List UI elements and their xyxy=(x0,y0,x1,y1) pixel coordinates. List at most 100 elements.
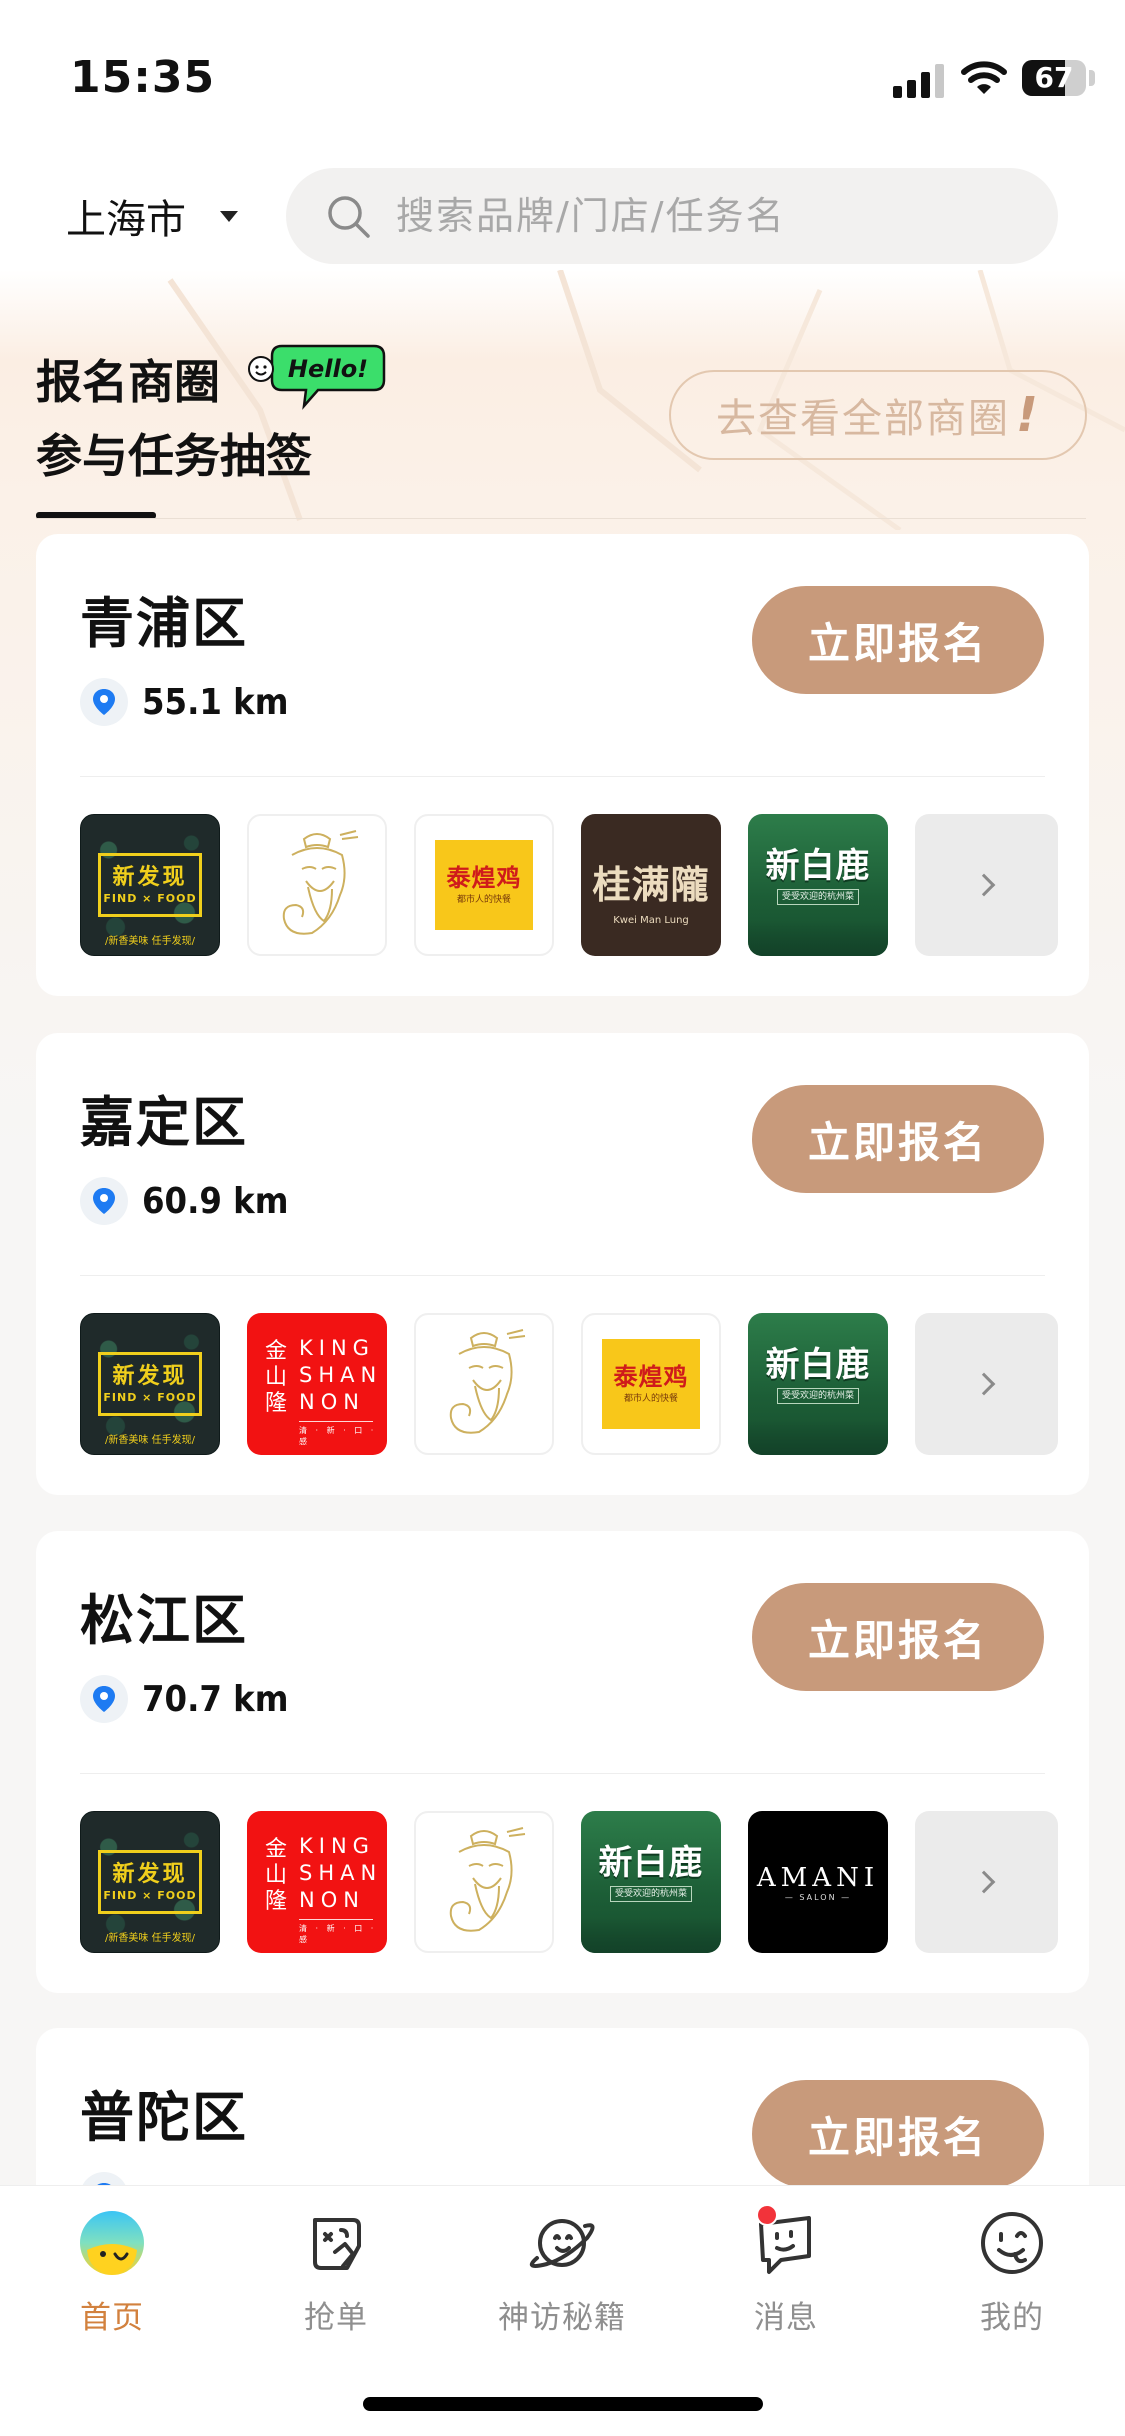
grab-order-icon xyxy=(313,2218,361,2270)
brand-logo-row: 新发现 FIND × FOOD/新香美味 任手发现/ 泰煌鸡都市人的快餐 桂满隴 K… xyxy=(80,814,1058,956)
logo-title: 新发现 xyxy=(112,865,188,890)
brand-logo-xinbailu[interactable]: 新白鹿受受欢迎的杭州菜 xyxy=(748,814,888,956)
logo-title: 桂满隴 xyxy=(592,862,710,907)
logo-tiny: 清 · 新 · 口 · 感 xyxy=(299,1924,377,1944)
logo-sub: — SALON — xyxy=(784,1892,852,1902)
district-card: 嘉定区 60.9 km 立即报名 新发现 FIND × FOOD/新香美味 任手发… xyxy=(36,1033,1089,1495)
logo-sub: Kwei Man Lung xyxy=(613,915,689,926)
brand-logo-kingshannon[interactable]: 金山隆 KING SHAN NON 清 · 新 · 口 · 感 xyxy=(247,1313,387,1455)
district-name: 嘉定区 xyxy=(80,1091,248,1154)
divider xyxy=(36,518,1086,519)
logo-sub: 都市人的快餐 xyxy=(623,1394,678,1404)
signup-button[interactable]: 立即报名 xyxy=(752,1085,1044,1193)
city-label: 上海市 xyxy=(66,197,186,243)
old-man-illustration-icon xyxy=(449,1827,526,1932)
old-man-illustration-icon xyxy=(282,830,359,935)
chevron-right-icon xyxy=(972,1372,995,1396)
logo-title: 金山隆 xyxy=(264,1339,287,1416)
smile-icon xyxy=(248,356,274,382)
district-card: 青浦区 55.1 km 立即报名 新发现 FIND × FOOD/新香美味 任手发… xyxy=(36,534,1089,996)
tab-profile[interactable]: 我的 xyxy=(932,2208,1092,2337)
location-pin-icon xyxy=(80,1675,128,1723)
district-distance: 60.9 km xyxy=(142,1180,289,1222)
district-distance: 55.1 km xyxy=(142,681,289,723)
brand-logo-xinbailu[interactable]: 新白鹿受受欢迎的杭州菜 xyxy=(748,1313,888,1455)
more-brands-button[interactable] xyxy=(915,814,1058,956)
logo-sub: 受受欢迎的杭州菜 xyxy=(609,1886,692,1902)
chevron-right-icon xyxy=(972,1870,995,1894)
tab-label: 抢单 xyxy=(304,2300,368,2336)
brand-logo-xinbailu[interactable]: 新白鹿受受欢迎的杭州菜 xyxy=(581,1811,721,1953)
hello-text: Hello! xyxy=(288,355,368,383)
see-all-districts-button[interactable]: 去查看全部商圈 ! xyxy=(669,370,1087,460)
logo-tag: /新香美味 任手发现/ xyxy=(105,936,195,947)
tab-grab-order[interactable]: 抢单 xyxy=(256,2208,416,2337)
wifi-icon xyxy=(961,61,1007,94)
brand-logo-guimanlong[interactable]: 桂满隴 Kwei Man Lung xyxy=(581,814,721,956)
tab-secrets[interactable]: 神访秘籍 xyxy=(482,2208,642,2337)
logo-sub: 受受欢迎的杭州菜 xyxy=(776,889,859,905)
logo-title: 新发现 xyxy=(112,1862,188,1887)
status-bar: 15:35 67 xyxy=(0,0,1125,150)
tab-home[interactable]: 首页 xyxy=(32,2208,192,2337)
logo-title: 泰煌鸡 xyxy=(446,863,522,892)
district-name: 松江区 xyxy=(80,1589,248,1652)
logo-sub: 都市人的快餐 xyxy=(456,895,511,905)
chevron-right-icon xyxy=(972,873,995,897)
more-brands-button[interactable] xyxy=(915,1811,1058,1953)
brand-logo-old-man[interactable] xyxy=(414,1811,554,1953)
logo-sub: FIND × FOOD xyxy=(103,1889,197,1902)
brand-logo-amani[interactable]: AMANI — SALON — xyxy=(748,1811,888,1953)
logo-title: 金山隆 xyxy=(264,1837,287,1914)
logo-title: 新白鹿 xyxy=(765,1345,871,1385)
signup-button[interactable]: 立即报名 xyxy=(752,586,1044,694)
brand-logo-row: 新发现 FIND × FOOD/新香美味 任手发现/ 金山隆 KING SHAN N… xyxy=(80,1811,1058,1953)
logo-sub: FIND × FOOD xyxy=(103,892,197,905)
location-pin-icon xyxy=(80,1177,128,1225)
logo-title: 新白鹿 xyxy=(598,1843,704,1883)
logo-sub: 受受欢迎的杭州菜 xyxy=(776,1388,859,1404)
logo-title: AMANI xyxy=(756,1862,880,1893)
see-all-label: 去查看全部商圈 xyxy=(716,396,1011,442)
logo-tag: /新香美味 任手发现/ xyxy=(105,1435,195,1446)
search-input[interactable] xyxy=(396,194,996,238)
district-name: 普陀区 xyxy=(80,2086,248,2149)
district-location: 60.9 km xyxy=(80,1177,288,1225)
district-location: 70.7 km xyxy=(80,1675,288,1723)
tab-label: 首页 xyxy=(80,2300,144,2336)
district-name: 青浦区 xyxy=(80,592,248,655)
logo-sub: FIND × FOOD xyxy=(103,1391,197,1404)
more-brands-button[interactable] xyxy=(915,1313,1058,1455)
app-root: { "status": {"time": "15:35", "battery_p… xyxy=(0,0,1125,2436)
district-location: 55.1 km xyxy=(80,678,288,726)
notification-badge xyxy=(756,2204,778,2226)
home-face-icon xyxy=(80,2211,144,2275)
brand-logo-xinfaxian[interactable]: 新发现 FIND × FOOD/新香美味 任手发现/ xyxy=(80,814,220,956)
search-bar[interactable] xyxy=(286,168,1058,264)
promo-title-line2: 参与任务抽签 xyxy=(36,429,312,483)
signup-button[interactable]: 立即报名 xyxy=(752,1583,1044,1691)
battery-percent: 67 xyxy=(1034,61,1074,94)
signup-button[interactable]: 立即报名 xyxy=(752,2080,1044,2188)
caret-down-icon xyxy=(220,210,238,222)
brand-logo-kingshannon[interactable]: 金山隆 KING SHAN NON 清 · 新 · 口 · 感 xyxy=(247,1811,387,1953)
tab-messages[interactable]: 消息 xyxy=(706,2204,866,2337)
profile-face-icon xyxy=(981,2212,1043,2274)
card-divider xyxy=(80,776,1045,777)
brand-logo-taiguoji[interactable]: 泰煌鸡 都市人的快餐 xyxy=(581,1313,721,1455)
tab-label: 神访秘籍 xyxy=(498,2300,626,2336)
city-selector[interactable]: 上海市 xyxy=(66,188,238,244)
old-man-illustration-icon xyxy=(449,1329,526,1434)
card-divider xyxy=(80,1773,1045,1774)
brand-logo-old-man[interactable] xyxy=(414,1313,554,1455)
brand-logo-old-man[interactable] xyxy=(247,814,387,956)
logo-en: KING SHAN NON xyxy=(299,1336,383,1414)
battery-tip xyxy=(1089,70,1095,86)
logo-title: 新白鹿 xyxy=(765,846,871,886)
tab-label: 我的 xyxy=(980,2300,1044,2336)
brand-logo-xinfaxian[interactable]: 新发现 FIND × FOOD/新香美味 任手发现/ xyxy=(80,1313,220,1455)
brand-logo-xinfaxian[interactable]: 新发现 FIND × FOOD/新香美味 任手发现/ xyxy=(80,1811,220,1953)
brand-logo-taiguoji[interactable]: 泰煌鸡 都市人的快餐 xyxy=(414,814,554,956)
logo-title: 泰煌鸡 xyxy=(613,1362,689,1391)
status-time: 15:35 xyxy=(70,52,216,103)
